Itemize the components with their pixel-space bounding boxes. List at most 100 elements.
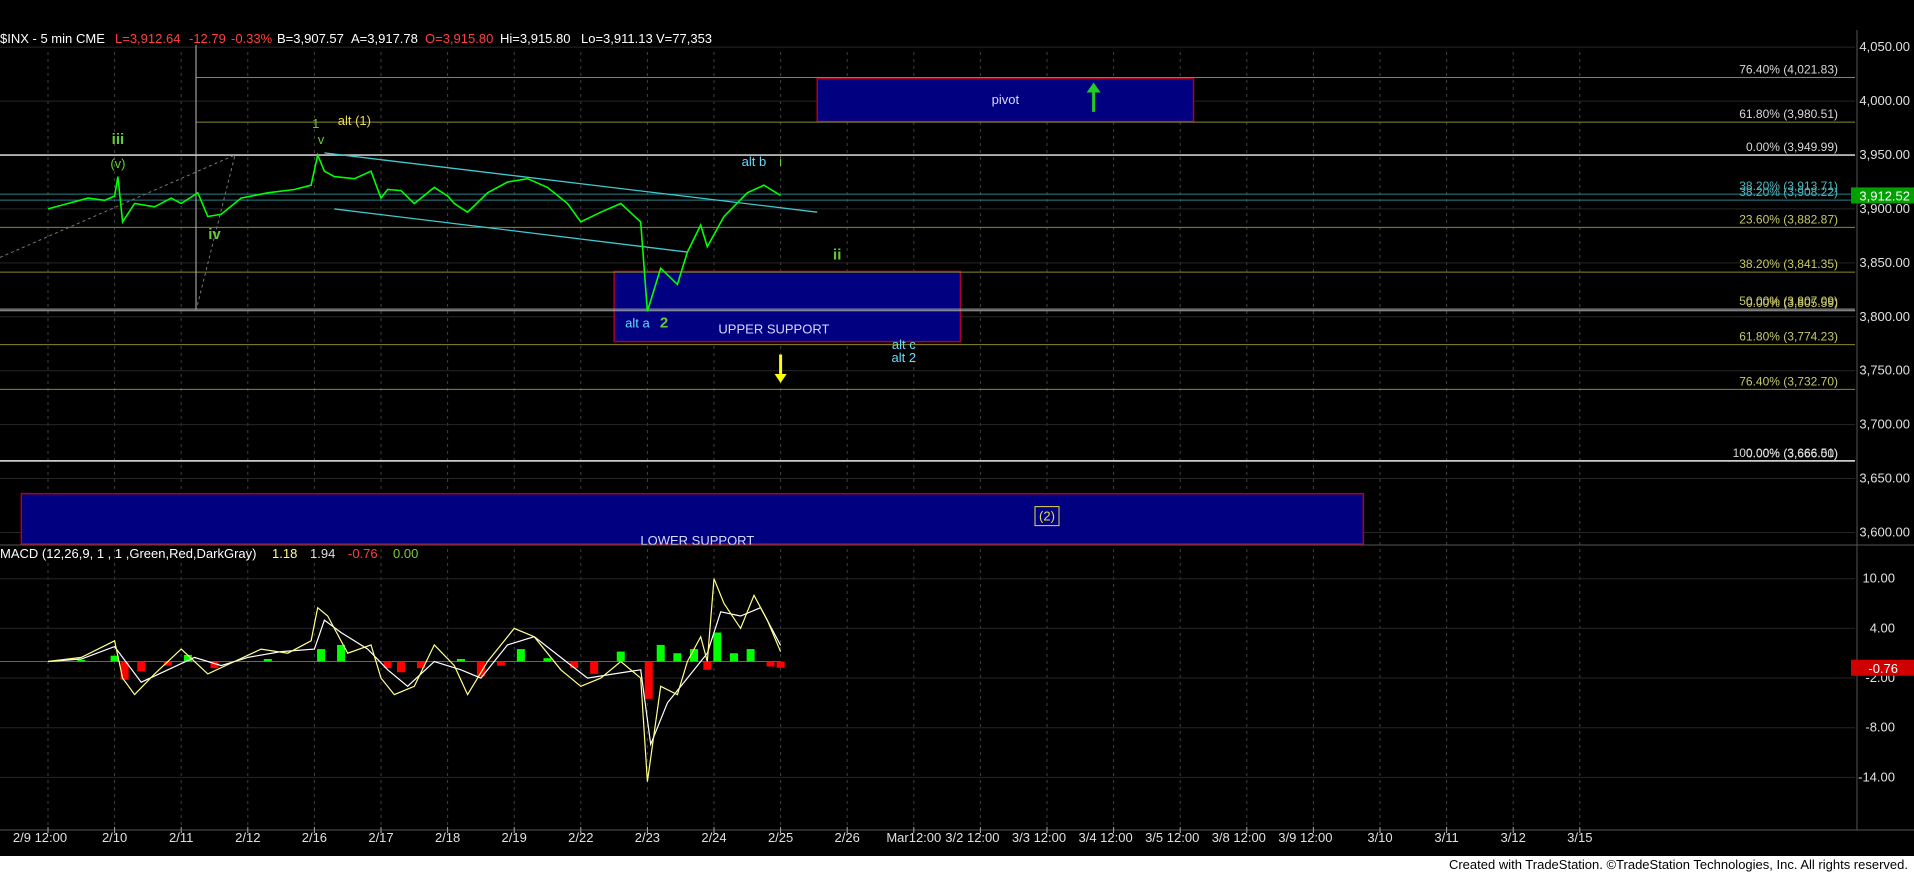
wave-label: alt a <box>625 316 650 331</box>
footer-credit: Created with TradeStation. ©TradeStation… <box>1448 857 1908 872</box>
macd-value-label: 0.00 <box>393 546 418 561</box>
x-tick-label: 3/3 12:00 <box>1012 830 1066 845</box>
price-tick-label: 3,650.00 <box>1859 471 1910 486</box>
price-tick-label: 3,700.00 <box>1859 417 1910 432</box>
fib-level-label: 0.00% (3,666.00) <box>1746 446 1838 460</box>
macd-histogram-bar <box>137 661 146 672</box>
macd-indicator-label: MACD (12,26,9, 1 , 1 ,Green,Red,DarkGray… <box>0 546 256 561</box>
x-tick-label: 3/9 12:00 <box>1278 830 1332 845</box>
macd-tick-label: 4.00 <box>1870 620 1895 635</box>
macd-histogram-bar <box>776 661 785 668</box>
volume-text: V=77,353 <box>656 31 712 46</box>
chart-area[interactable]: $INX - 5 min CME L=3,912.64 -12.79 -0.33… <box>0 30 1914 856</box>
macd-histogram-bar <box>543 658 552 662</box>
open-text: O=3,915.80 <box>425 31 493 46</box>
x-tick-label: Mar12:00 <box>886 830 941 845</box>
bid-text: B=3,907.57 <box>277 31 344 46</box>
x-tick-label: 3/8 12:00 <box>1212 830 1266 845</box>
x-tick-label: 2/16 <box>302 830 327 845</box>
x-tick-label: 3/5 12:00 <box>1145 830 1199 845</box>
macd-histogram-bar <box>703 661 712 670</box>
macd-histogram-bar <box>337 644 346 662</box>
upper-support-label: UPPER SUPPORT <box>718 322 829 337</box>
macd-pane[interactable]: MACD (12,26,9, 1 , 1 ,Green,Red,DarkGray… <box>0 544 1914 830</box>
last-price-text: L=3,912.64 <box>115 31 180 46</box>
wave-label: 1 <box>312 116 319 131</box>
macd-value-label: 1.18 <box>272 546 297 561</box>
ask-text: A=3,917.78 <box>351 31 418 46</box>
fib-level-label: 76.40% (4,021.83) <box>1739 63 1838 77</box>
price-tick-label: 3,850.00 <box>1859 255 1910 270</box>
macd-histogram-bar <box>713 632 722 662</box>
x-tick-label: 2/22 <box>568 830 593 845</box>
macd-value-label: -0.76 <box>348 546 378 561</box>
down-arrow-head-icon <box>774 373 787 383</box>
wave-label: alt b <box>742 154 767 169</box>
wave-label: i <box>779 154 782 169</box>
symbol-text: $INX - 5 min <box>0 31 72 46</box>
wave-label: (2) <box>1039 509 1055 524</box>
macd-histogram-bar <box>766 661 775 667</box>
x-tick-label: 2/19 <box>502 830 527 845</box>
fib-level-label: 23.60% (3,882.87) <box>1739 212 1838 226</box>
price-tick-label: 3,950.00 <box>1859 147 1910 162</box>
macd-histogram-bar <box>496 661 505 666</box>
macd-value-label: 1.94 <box>310 546 335 561</box>
wave-label: 2 <box>660 315 668 332</box>
low-text: Lo=3,911.13 <box>581 31 653 46</box>
header-svg: $INX - 5 min <box>0 0 1914 30</box>
macd-histogram-bar <box>263 659 272 662</box>
x-axis: 2/9 12:00 2/10 2/11 2/12 2/16 2/17 2/18 2/19 2/2… <box>0 827 1914 845</box>
wave-label: alt 2 <box>892 350 917 365</box>
macd-histogram-bar <box>729 653 738 662</box>
macd-histogram-bar <box>516 649 525 662</box>
price-tick-label: 3,600.00 <box>1859 524 1910 539</box>
x-tick-label: 2/10 <box>102 830 127 845</box>
macd-histogram-bar <box>396 661 405 673</box>
fib-level-label: 0.00% (3,949.99) <box>1746 140 1838 154</box>
fib-level-label: 0.00% (3,805.59) <box>1746 296 1838 310</box>
x-tick-label: 2/11 <box>169 830 193 845</box>
header-row: $INX - 5 min CME L=3,912.64 -12.79 -0.33… <box>0 31 712 46</box>
exchange-text: CME <box>76 31 105 46</box>
macd-tick-label: -14.00 <box>1858 769 1895 784</box>
pivot-label: pivot <box>992 92 1020 107</box>
fib-level-label: 38.20% (3,908.22) <box>1739 185 1838 199</box>
fib-level-label: 61.80% (3,774.23) <box>1739 330 1838 344</box>
macd-histogram-bar <box>656 644 665 662</box>
x-tick-label: 3/11 <box>1434 830 1458 845</box>
price-tick-label: 4,000.00 <box>1859 93 1910 108</box>
wave-label: v <box>318 132 325 147</box>
fib-level-label: 76.40% (3,732.70) <box>1739 374 1838 388</box>
macd-last-tag-label: -0.76 <box>1868 661 1898 676</box>
macd-histogram-bar <box>673 653 682 662</box>
macd-histogram-bar <box>590 661 599 674</box>
footer-bar: Created with TradeStation. ©TradeStation… <box>0 856 1914 873</box>
title-bar: $INX - 5 min <box>0 0 1914 30</box>
high-text: Hi=3,915.80 <box>500 31 570 46</box>
change-pct-text: -0.33% <box>231 31 273 46</box>
price-tick-label: 4,050.00 <box>1859 39 1910 54</box>
macd-histogram-bar <box>616 651 625 662</box>
macd-tick-label: -8.00 <box>1865 720 1895 735</box>
x-tick-label: 3/2 12:00 <box>945 830 999 845</box>
price-tick-label: 3,750.00 <box>1859 363 1910 378</box>
x-tick-label: 2/26 <box>835 830 860 845</box>
wave-label: ii <box>833 247 841 264</box>
x-tick-label: 3/4 12:00 <box>1078 830 1132 845</box>
fib-level-label: 61.80% (3,980.51) <box>1739 107 1838 121</box>
price-tick-label: 3,800.00 <box>1859 309 1910 324</box>
x-tick-label: 2/17 <box>368 830 393 845</box>
macd-histogram-bar <box>77 659 86 662</box>
fib-level-label: 38.20% (3,841.35) <box>1739 257 1838 271</box>
x-tick-label: 2/25 <box>768 830 793 845</box>
x-tick-label: 2/18 <box>435 830 460 845</box>
x-tick-label: 2/9 12:00 <box>13 830 67 845</box>
x-tick-label: 2/23 <box>635 830 660 845</box>
wave-label: iv <box>208 226 221 243</box>
wave-label: alt (1) <box>338 113 371 128</box>
macd-tick-label: 10.00 <box>1862 571 1895 586</box>
price-pane[interactable]: 76.40% (4,021.83) 61.80% (3,980.51) 0.00% … <box>0 30 1914 830</box>
macd-histogram-bar <box>746 649 755 662</box>
wave-label: (v) <box>110 156 125 171</box>
